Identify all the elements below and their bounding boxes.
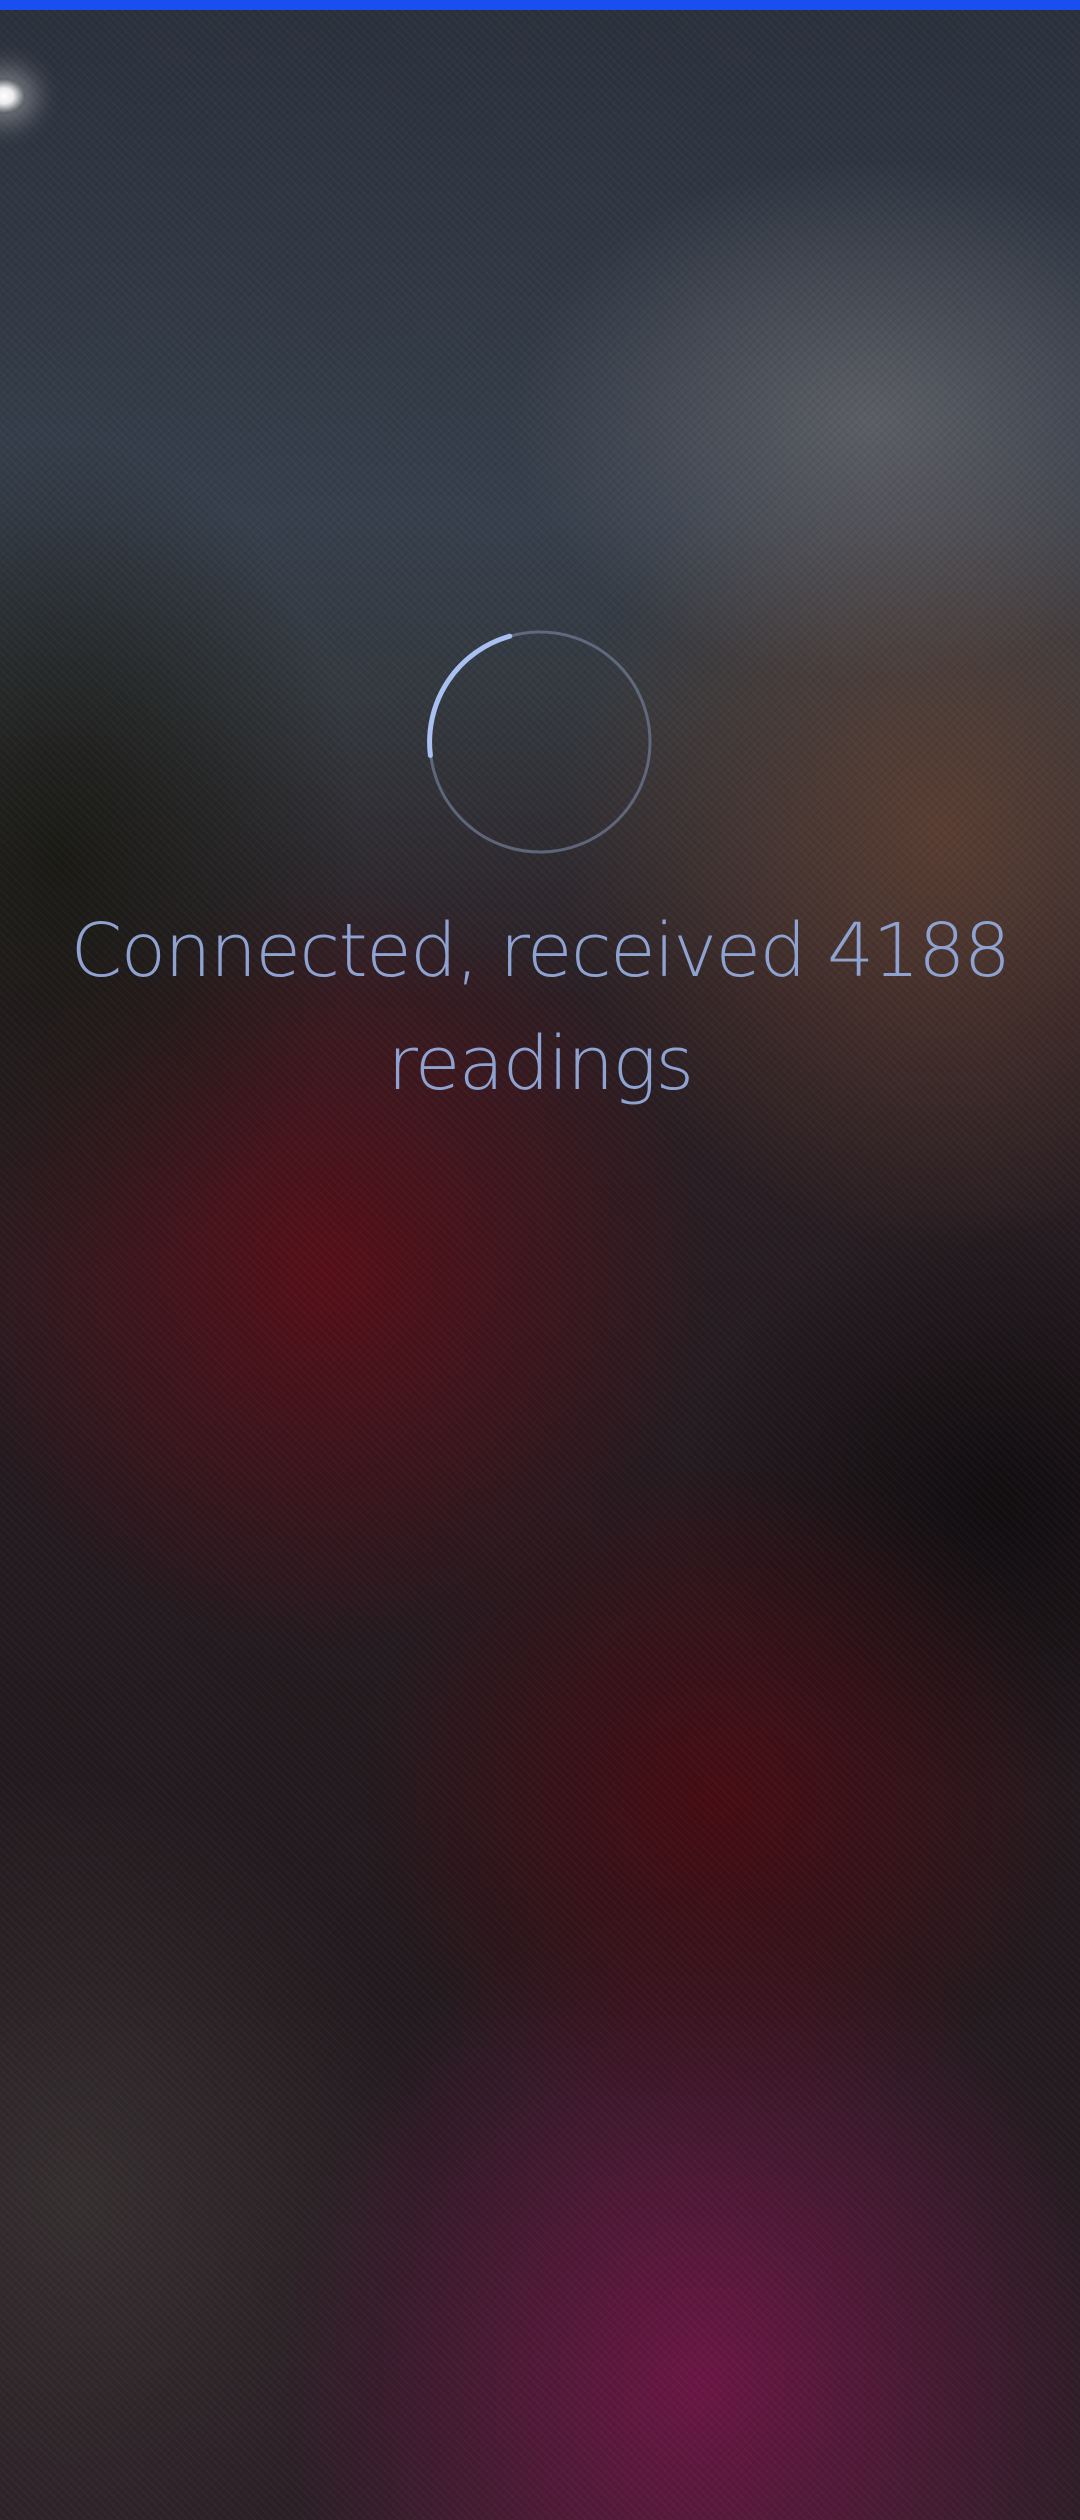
- busy-indicator: [425, 627, 655, 857]
- connection-status-text: Connected, received 4188 readings: [70, 908, 1011, 1107]
- spinner-arc: [427, 633, 513, 758]
- top-accent-bar: [0, 0, 1080, 10]
- wallpaper-texture-overlay: [0, 0, 1080, 2520]
- busy-spinner-icon: [427, 630, 652, 854]
